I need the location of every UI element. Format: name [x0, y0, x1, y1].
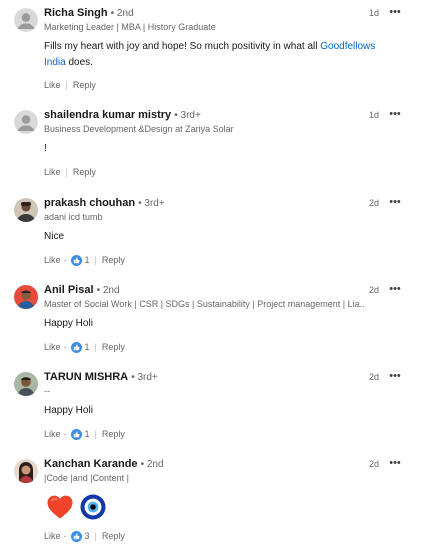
comment-text: Fills my heart with joy and hope! So muc…: [44, 41, 376, 68]
like-reaction-icon: [70, 341, 82, 353]
reply-button[interactable]: Reply: [73, 166, 96, 178]
like-count[interactable]: 1: [85, 254, 90, 266]
author-line: Richa Singh • 2nd: [44, 6, 134, 21]
connection-degree: • 3rd+: [174, 110, 201, 121]
like-reaction-icon: [70, 428, 82, 440]
avatar-default[interactable]: [14, 8, 38, 32]
connection-degree: • 2nd: [110, 8, 134, 19]
nazar-amulet-icon: [80, 494, 106, 520]
reply-button[interactable]: Reply: [102, 530, 125, 542]
author-name[interactable]: TARUN MISHRA: [44, 371, 128, 383]
avatar-photo[interactable]: [14, 372, 38, 396]
comment-actions: Like | Reply: [44, 79, 96, 91]
more-options-icon[interactable]: •••: [388, 371, 402, 382]
comments-feed: Richa Singh • 2nd Marketing Leader | MBA…: [0, 0, 425, 549]
avatar-photo[interactable]: [14, 285, 38, 309]
like-button[interactable]: Like: [44, 530, 61, 542]
reply-button[interactable]: Reply: [102, 428, 125, 440]
author-line: prakash chouhan • 3rd+: [44, 196, 165, 211]
reply-button[interactable]: Reply: [102, 254, 125, 266]
author-line: shailendra kumar mistry • 3rd+: [44, 108, 201, 123]
heart-emoji: [47, 495, 73, 519]
comment-time: 2d: [369, 198, 380, 208]
like-button[interactable]: Like: [44, 79, 61, 91]
comment-actions: Like | Reply: [44, 166, 96, 178]
like-button[interactable]: Like: [44, 254, 61, 266]
comment-actions: Like · 1 | Reply: [44, 341, 125, 353]
comment-time: 2d: [369, 285, 380, 295]
author-headline: adani icd tumb: [44, 212, 103, 222]
comment-time: 2d: [369, 459, 380, 469]
like-count[interactable]: 1: [85, 341, 90, 353]
author-name[interactable]: shailendra kumar mistry: [44, 109, 171, 121]
comment-actions: Like · 1 | Reply: [44, 428, 125, 440]
comment-time: 1d: [369, 8, 380, 18]
author-name[interactable]: Richa Singh: [44, 7, 108, 19]
avatar-photo[interactable]: [14, 198, 38, 222]
comment-time: 2d: [369, 372, 380, 382]
connection-degree: • 2nd: [96, 285, 120, 296]
more-options-icon[interactable]: •••: [388, 197, 402, 208]
comment-emojis: [46, 494, 106, 520]
author-headline: Business Development &Design at Zariya S…: [44, 124, 234, 134]
more-options-icon[interactable]: •••: [388, 458, 402, 469]
author-name[interactable]: Anil Pisal: [44, 284, 94, 296]
like-button[interactable]: Like: [44, 341, 61, 353]
like-count[interactable]: 3: [85, 530, 90, 542]
comment-text: Nice: [44, 231, 65, 242]
author-line: TARUN MISHRA • 3rd+: [44, 370, 158, 385]
more-options-icon[interactable]: •••: [388, 284, 402, 295]
comment-actions: Like · 3 | Reply: [44, 530, 125, 542]
more-options-icon[interactable]: •••: [388, 7, 402, 18]
connection-degree: • 3rd+: [131, 372, 158, 383]
connection-degree: • 2nd: [140, 459, 164, 470]
author-name[interactable]: Kanchan Karande: [44, 458, 138, 470]
comment-text: !: [44, 143, 47, 154]
connection-degree: • 3rd+: [138, 198, 165, 209]
like-button[interactable]: Like: [44, 166, 61, 178]
author-headline: Marketing Leader | MBA | History Graduat…: [44, 22, 216, 32]
avatar-default[interactable]: [14, 110, 38, 134]
like-button[interactable]: Like: [44, 428, 61, 440]
comment-text: Happy Holi: [44, 405, 93, 416]
reply-button[interactable]: Reply: [102, 341, 125, 353]
like-reaction-icon: [70, 530, 82, 542]
comment-actions: Like · 1 | Reply: [44, 254, 125, 266]
author-name[interactable]: prakash chouhan: [44, 197, 135, 209]
author-line: Kanchan Karande • 2nd: [44, 457, 164, 472]
like-reaction-icon: [70, 254, 82, 266]
author-headline: |Code |and |Content |: [44, 473, 129, 483]
comment-text: Happy Holi: [44, 318, 93, 329]
author-headline: --: [44, 386, 50, 396]
like-count[interactable]: 1: [85, 428, 90, 440]
author-line: Anil Pisal • 2nd: [44, 283, 120, 298]
avatar-photo[interactable]: [14, 459, 38, 483]
reply-button[interactable]: Reply: [73, 79, 96, 91]
comment-time: 1d: [369, 110, 380, 120]
more-options-icon[interactable]: •••: [388, 109, 402, 120]
author-headline: Master of Social Work | CSR | SDGs | Sus…: [44, 299, 364, 309]
